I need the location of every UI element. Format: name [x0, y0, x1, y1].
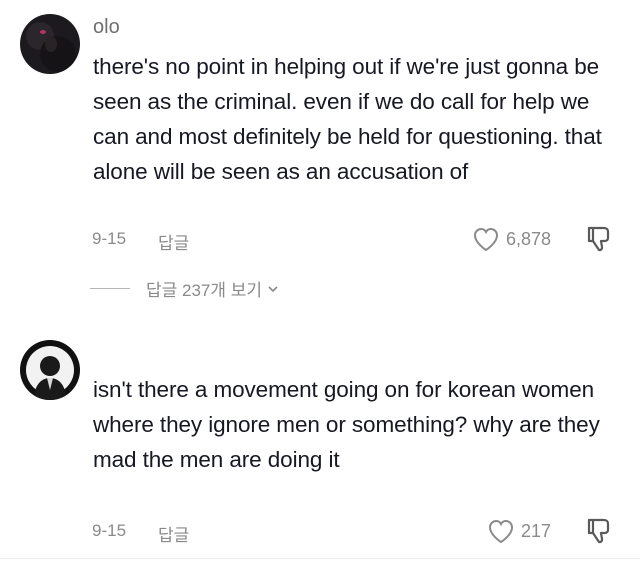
thumbs-down-icon[interactable] [584, 516, 614, 546]
username[interactable]: olo [93, 16, 120, 39]
like-count: 6,878 [506, 228, 552, 249]
comment-text: there's no point in helping out if we're… [93, 54, 602, 184]
chevron-down-icon [268, 285, 278, 292]
like-button[interactable]: 6,878 [472, 226, 551, 252]
like-count: 217 [521, 520, 552, 541]
reply-button[interactable]: 답글 [158, 229, 189, 254]
bottom-divider [0, 558, 640, 559]
thumbs-down-icon[interactable] [584, 224, 614, 254]
avatar[interactable] [20, 14, 80, 74]
comment-date: 9-15 [92, 229, 127, 248]
divider-line [90, 288, 130, 289]
view-replies-button[interactable]: 답글 237개 보기 [90, 276, 280, 301]
comment-text: isn't there a movement going on for kore… [93, 377, 600, 472]
reply-button[interactable]: 답글 [158, 521, 189, 546]
like-button[interactable]: 217 [487, 518, 551, 544]
heart-icon [488, 519, 514, 544]
view-replies-label: 답글 237개 보기 [146, 281, 263, 300]
heart-icon [473, 227, 499, 252]
comment-date: 9-15 [92, 521, 127, 540]
avatar[interactable] [20, 340, 80, 400]
